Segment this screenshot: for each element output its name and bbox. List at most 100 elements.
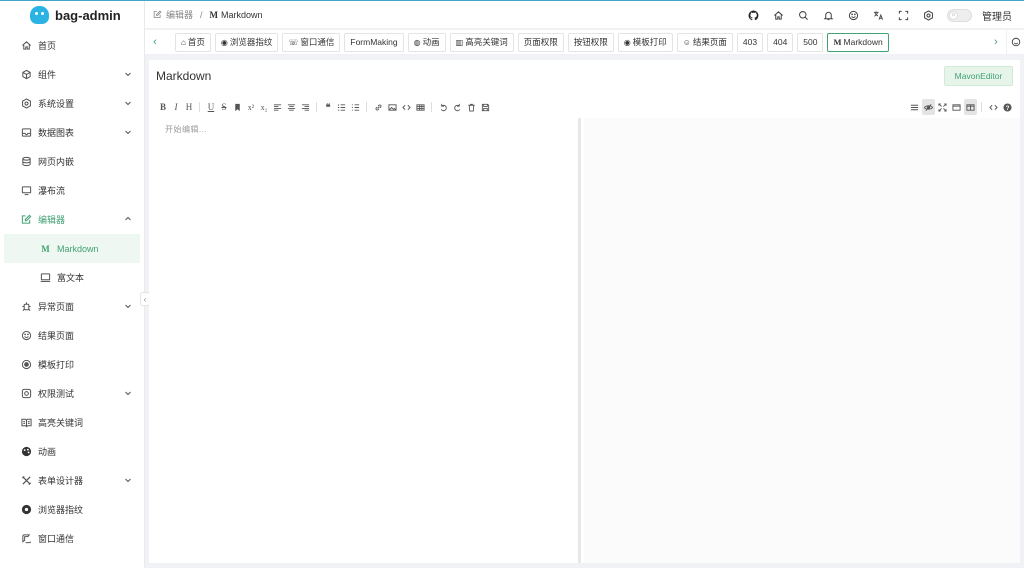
logo-octopus-icon [30, 6, 49, 24]
tab-highlight[interactable]: ▥ 高亮关键词 [449, 32, 514, 52]
fullscreen-icon[interactable] [891, 1, 916, 29]
tab-animation[interactable]: ◍ 动画 [407, 32, 446, 52]
tabs-bar: ‹ ⌂ 首页 ◉ 浏览器指纹 ☏ 窗口通信 FormMaking ◍ 动画 ▥ 高亮关键词… [145, 30, 1024, 54]
sidebar-item-fingerprint[interactable]: 浏览器指纹 [0, 495, 145, 524]
user-name[interactable]: 管理员 [982, 8, 1012, 23]
sidebar-item-markdown[interactable]: M Markdown [4, 234, 140, 263]
breadcrumb-parent[interactable]: 编辑器 [166, 8, 193, 21]
tabs-menu-button[interactable] [1006, 30, 1024, 54]
sidebar-item-iframe[interactable]: 网页内嵌 [0, 147, 145, 176]
tab-label: FormMaking [350, 37, 398, 47]
theme-toggle[interactable]: ☼ [947, 8, 972, 22]
quote-button[interactable]: ❝ [322, 99, 334, 115]
github-icon[interactable] [741, 1, 766, 29]
align-left-button[interactable] [271, 99, 284, 115]
table-button[interactable] [414, 99, 427, 115]
chevron-down-icon [125, 72, 131, 77]
sidebar-item-highlight[interactable]: 高亮关键词 [0, 408, 145, 437]
sidebar-item-label: 高亮关键词 [38, 418, 84, 428]
read-mode-button[interactable] [950, 99, 963, 115]
sidebar-item-animation[interactable]: 动画 [0, 437, 145, 466]
bold-button[interactable]: B [157, 99, 169, 115]
menu-icon [910, 104, 919, 110]
html-source-button[interactable] [987, 99, 1000, 115]
undo-icon [440, 103, 447, 111]
tabs-scroll-left-button[interactable]: ‹ [145, 30, 165, 54]
sidebar-item-permission-test[interactable]: 权限测试 [0, 379, 145, 408]
tab-formmaking[interactable]: FormMaking [344, 32, 404, 52]
editor-input-pane[interactable]: 开始编辑... [149, 118, 581, 563]
tab-label: 404 [773, 37, 788, 47]
redo-button[interactable] [451, 99, 464, 115]
link-button[interactable] [372, 99, 385, 115]
tab-404[interactable]: 404 [767, 32, 794, 52]
italic-button[interactable]: I [170, 99, 182, 115]
strikethrough-button[interactable]: S [218, 99, 230, 115]
mavon-editor-button[interactable]: MavonEditor [944, 66, 1013, 86]
gear-icon [21, 98, 32, 109]
underline-button[interactable]: U [205, 99, 217, 115]
monitor-icon [40, 272, 51, 283]
save-button[interactable] [479, 99, 492, 115]
sidebar-item-print-template[interactable]: 模板打印 [0, 350, 145, 379]
bell-icon[interactable] [816, 1, 841, 29]
navigation-button[interactable] [908, 99, 921, 115]
tab-window-comm[interactable]: ☏ 窗口通信 [282, 32, 341, 52]
gear-icon[interactable] [916, 1, 941, 29]
book-icon [21, 417, 32, 428]
sidebar-item-settings[interactable]: 系统设置 [0, 89, 145, 118]
tab-500[interactable]: 500 [797, 32, 824, 52]
chrome-icon: ◉ [220, 37, 228, 47]
heading-button[interactable]: H [183, 99, 195, 115]
translate-icon[interactable] [866, 1, 891, 29]
sidebar-item-home[interactable]: 首页 [0, 31, 145, 60]
tabs-right-actions: › [986, 30, 1024, 54]
sidebar-item-editor[interactable]: 编辑器 [0, 205, 145, 234]
edit-icon [153, 10, 162, 18]
preview-toggle-button[interactable] [922, 99, 935, 115]
subscript-button[interactable]: x₂ [258, 99, 270, 115]
tabs-scroll-right-button[interactable]: › [986, 30, 1006, 54]
undo-button[interactable] [437, 99, 450, 115]
help-icon: ? [1003, 102, 1012, 111]
sidebar-item-richtext[interactable]: 富文本 [0, 263, 145, 292]
tab-print-template[interactable]: ◉ 模板打印 [617, 32, 673, 52]
code-button[interactable] [400, 99, 413, 115]
breadcrumb-current: Markdown [221, 9, 263, 20]
sidebar-item-result-pages[interactable]: 结果页面 [0, 321, 145, 350]
sidebar-item-error-pages[interactable]: 异常页面 [0, 292, 145, 321]
tab-page-permission[interactable]: 页面权限 [517, 32, 564, 52]
tab-fingerprint[interactable]: ◉ 浏览器指纹 [214, 32, 279, 52]
sidebar-item-window-comm[interactable]: 窗口通信 [0, 524, 145, 553]
tab-label: 403 [742, 37, 758, 47]
tab-button-permission[interactable]: 按钮权限 [567, 32, 614, 52]
help-button[interactable]: ? [1001, 99, 1014, 115]
split-view-button[interactable] [964, 99, 977, 115]
clear-button[interactable] [465, 99, 478, 115]
tab-markdown[interactable]: M Markdown [827, 32, 889, 52]
sidebar-item-waterfall[interactable]: 瀑布流 [0, 176, 145, 205]
superscript-button[interactable]: x² [245, 99, 257, 115]
align-right-button[interactable] [299, 99, 312, 115]
sidebar-item-label: 网页内嵌 [38, 157, 75, 167]
home-icon[interactable] [766, 1, 791, 29]
chart-icon [21, 127, 32, 138]
unordered-list-button[interactable] [349, 99, 362, 115]
align-center-button[interactable] [285, 99, 298, 115]
sidebar: bag-admin 首页 组件 系统设置 数据图表 网页内嵌 瀑布流 编辑器 M… [0, 1, 145, 568]
tab-403[interactable]: 403 [736, 32, 764, 52]
tab-home[interactable]: ⌂ 首页 [175, 32, 211, 52]
tab-result-pages[interactable]: ☺ 结果页面 [676, 32, 733, 52]
smile-icon [1011, 37, 1020, 47]
sidebar-item-components[interactable]: 组件 [0, 60, 145, 89]
search-icon[interactable] [791, 1, 816, 29]
bookmark-button[interactable] [231, 99, 244, 115]
sidebar-item-form-designer[interactable]: 表单设计器 [0, 466, 145, 495]
ordered-list-button[interactable] [335, 99, 348, 115]
smile-icon[interactable] [841, 1, 866, 29]
image-button[interactable] [386, 99, 399, 115]
logo[interactable]: bag-admin [0, 1, 144, 29]
fullscreen-button[interactable] [936, 99, 949, 115]
sidebar-item-charts[interactable]: 数据图表 [0, 118, 145, 147]
bookmark-icon [235, 103, 240, 111]
